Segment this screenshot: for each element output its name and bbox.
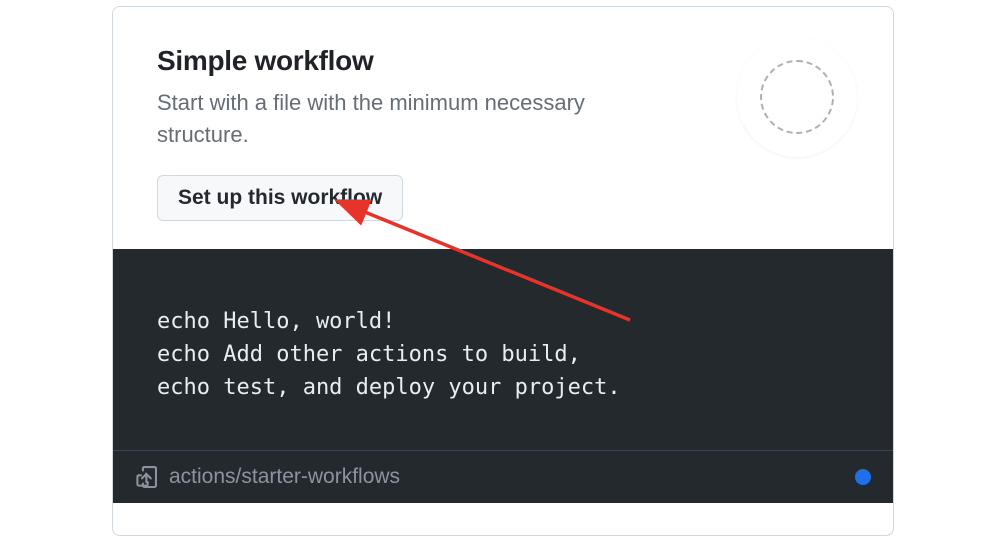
setup-workflow-button[interactable]: Set up this workflow — [157, 175, 403, 221]
workflow-logo-placeholder — [737, 37, 857, 157]
dashed-circle-icon — [760, 60, 834, 134]
workflow-card: Simple workflow Start with a file with t… — [112, 6, 894, 536]
workflow-description: Start with a file with the minimum neces… — [157, 87, 657, 151]
code-preview: echo Hello, world! echo Add other action… — [113, 249, 893, 450]
repo-template-icon — [135, 466, 157, 488]
footer-left: actions/starter-workflows — [135, 465, 400, 489]
card-header: Simple workflow Start with a file with t… — [113, 7, 893, 249]
status-dot-icon — [855, 469, 871, 485]
card-footer: actions/starter-workflows — [113, 450, 893, 503]
repo-link[interactable]: actions/starter-workflows — [169, 465, 400, 489]
